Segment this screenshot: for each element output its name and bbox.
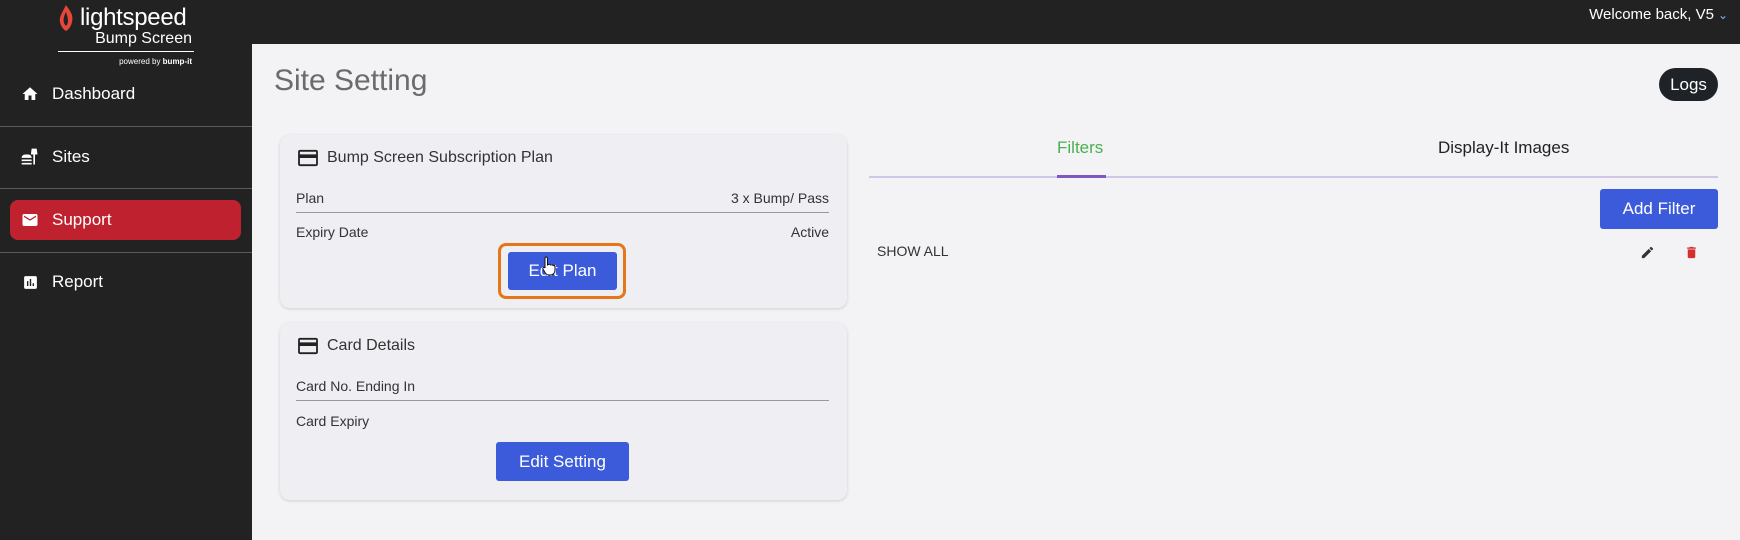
- delete-icon[interactable]: [1681, 242, 1701, 262]
- app-logo: lightspeed Bump Screen powered by bump-i…: [56, 4, 196, 70]
- edit-plan-button[interactable]: Edit Plan: [508, 252, 617, 290]
- sidebar-item-label: Report: [52, 272, 104, 291]
- sidebar-item-support[interactable]: Support: [10, 200, 241, 240]
- edit-setting-button[interactable]: Edit Setting: [496, 442, 629, 481]
- edit-icon[interactable]: [1637, 242, 1657, 262]
- sidebar-item-label: Sites: [52, 147, 90, 166]
- pointer-cursor-icon: [542, 256, 556, 276]
- card-number-label: Card No. Ending In: [296, 377, 416, 394]
- card-header: Bump Screen Subscription Plan: [297, 149, 553, 167]
- welcome-text: Welcome back, V5: [1589, 6, 1714, 23]
- powered-by: powered by bump-it: [119, 57, 192, 66]
- plan-value: 3 x Bump/ Pass: [730, 189, 829, 206]
- tab-filters[interactable]: Filters: [1057, 138, 1103, 158]
- plan-label: Plan: [296, 189, 325, 206]
- active-tab-indicator: [1057, 175, 1106, 178]
- sites-icon: [20, 147, 40, 167]
- add-filter-button[interactable]: Add Filter: [1600, 189, 1718, 229]
- expiry-value: Active: [790, 224, 829, 240]
- user-menu[interactable]: Welcome back, V5 ⌄: [1589, 6, 1728, 23]
- card-title: Card Details: [327, 337, 416, 354]
- sidebar-item-dashboard[interactable]: Dashboard: [10, 74, 241, 114]
- logo-divider: [58, 51, 194, 52]
- report-icon: [20, 272, 40, 292]
- expiry-label: Expiry Date: [296, 224, 369, 240]
- card-expiry-label: Card Expiry: [296, 413, 370, 429]
- logs-button[interactable]: Logs: [1659, 68, 1718, 101]
- sidebar-item-label: Support: [52, 210, 112, 229]
- sidebar-item-label: Dashboard: [52, 84, 136, 103]
- chevron-down-icon: ⌄: [1717, 7, 1728, 22]
- sidebar-item-report[interactable]: Report: [10, 262, 241, 302]
- product-name: Bump Screen: [95, 30, 192, 47]
- card-number-row: Card No. Ending In: [296, 371, 829, 401]
- filter-name: SHOW ALL: [877, 243, 949, 259]
- card-expiry-row: Card Expiry: [296, 406, 829, 436]
- nav-divider: [0, 126, 252, 127]
- sidebar: lightspeed Bump Screen powered by bump-i…: [0, 0, 252, 540]
- credit-card-icon: [298, 337, 318, 355]
- brand-name: lightspeed: [80, 4, 187, 31]
- tab-display-it-images[interactable]: Display-It Images: [1438, 138, 1569, 158]
- top-bar: Welcome back, V5 ⌄: [0, 0, 1740, 44]
- nav-divider: [0, 188, 252, 189]
- plan-row: Plan 3 x Bump/ Pass: [296, 183, 829, 213]
- mail-icon: [20, 210, 40, 230]
- home-icon: [20, 84, 40, 104]
- sidebar-item-sites[interactable]: Sites: [10, 137, 241, 177]
- nav-divider: [0, 252, 252, 253]
- card-header: Card Details: [297, 337, 415, 355]
- lightspeed-flame-icon: [59, 5, 73, 31]
- tabs-underline: [869, 176, 1718, 178]
- card-title: Bump Screen Subscription Plan: [327, 149, 553, 166]
- credit-card-icon: [298, 149, 318, 167]
- page-title: Site Setting: [274, 64, 428, 97]
